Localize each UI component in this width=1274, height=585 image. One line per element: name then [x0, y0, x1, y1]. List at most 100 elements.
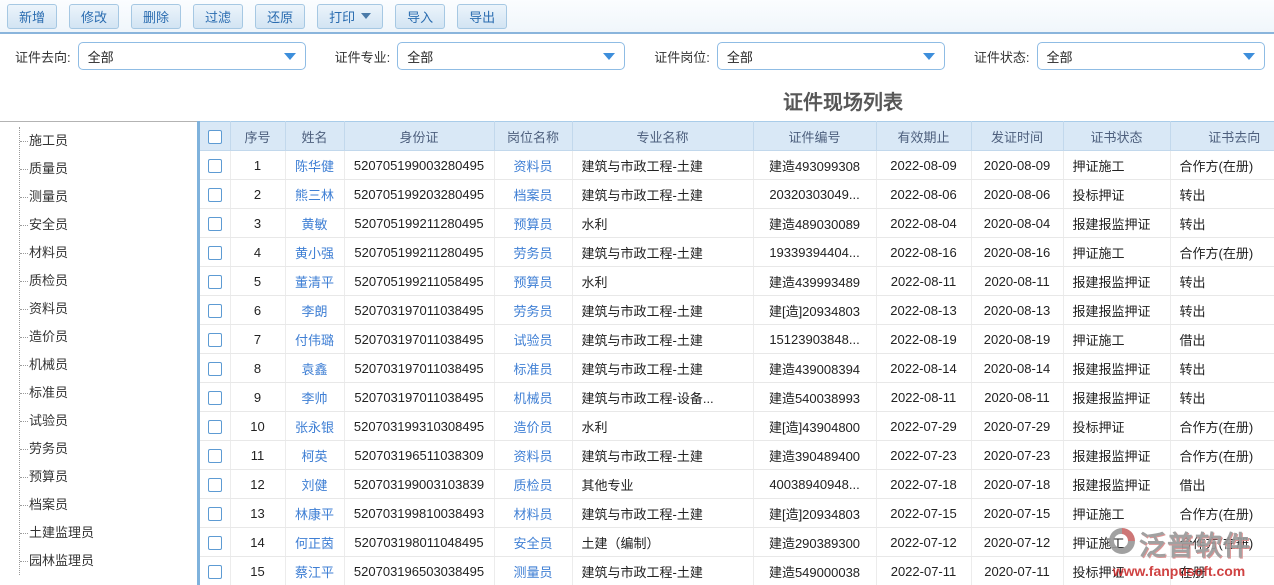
cell-position[interactable]: 档案员: [494, 180, 572, 209]
page-title: 证件现场列表: [783, 86, 903, 115]
cell-name[interactable]: 陈华健: [285, 151, 344, 180]
cert-specialty-filter[interactable]: 全部: [397, 42, 625, 70]
row-checkbox[interactable]: [208, 362, 222, 376]
sidebar-item-预算员[interactable]: 预算员: [20, 463, 197, 491]
cell-position[interactable]: 预算员: [494, 267, 572, 296]
cert-status-filter[interactable]: 全部: [1037, 42, 1265, 70]
print-button[interactable]: 打印: [317, 4, 383, 29]
sidebar-item-资料员[interactable]: 资料员: [20, 295, 197, 323]
cert-position-filter[interactable]: 全部: [717, 42, 945, 70]
cell-position[interactable]: 试验员: [494, 325, 572, 354]
edit-button[interactable]: 修改: [69, 4, 119, 29]
cell-name[interactable]: 黄敏: [285, 209, 344, 238]
cert-destination-filter-group: 证件去向:全部: [15, 42, 306, 70]
cell-name[interactable]: 林康平: [285, 499, 344, 528]
sidebar-item-安全员[interactable]: 安全员: [20, 211, 197, 239]
row-checkbox[interactable]: [208, 420, 222, 434]
cert-destination-filter[interactable]: 全部: [78, 42, 306, 70]
import-button[interactable]: 导入: [395, 4, 445, 29]
row-checkbox[interactable]: [208, 565, 222, 579]
row-checkbox[interactable]: [208, 159, 222, 173]
select-all-checkbox[interactable]: [208, 130, 222, 144]
cell-cert-status: 投标押证: [1063, 412, 1170, 441]
table-header-row: 序号姓名身份证岗位名称专业名称证件编号有效期止发证时间证书状态证书去向: [200, 122, 1274, 151]
cell-specialty: 土建（编制）: [572, 528, 753, 557]
row-checkbox[interactable]: [208, 391, 222, 405]
certificate-table: 序号姓名身份证岗位名称专业名称证件编号有效期止发证时间证书状态证书去向 1陈华健…: [200, 121, 1274, 585]
row-checkbox[interactable]: [208, 478, 222, 492]
cell-index: 5: [230, 267, 285, 296]
row-checkbox[interactable]: [208, 275, 222, 289]
cell-position[interactable]: 劳务员: [494, 296, 572, 325]
cell-cert-number: 建造549000038: [753, 557, 876, 585]
table-row: 3黄敏520705199211280495预算员水利建造489030089202…: [200, 209, 1274, 238]
cell-name[interactable]: 付伟璐: [285, 325, 344, 354]
row-checkbox[interactable]: [208, 333, 222, 347]
cell-name[interactable]: 张永银: [285, 412, 344, 441]
cell-issue-date: 2020-07-23: [971, 441, 1063, 470]
cell-position[interactable]: 劳务员: [494, 238, 572, 267]
new-button[interactable]: 新增: [7, 4, 57, 29]
cell-position[interactable]: 质检员: [494, 470, 572, 499]
cell-name[interactable]: 刘健: [285, 470, 344, 499]
cell-position[interactable]: 造价员: [494, 412, 572, 441]
cell-position[interactable]: 测量员: [494, 557, 572, 585]
cell-name[interactable]: 熊三林: [285, 180, 344, 209]
delete-button[interactable]: 删除: [131, 4, 181, 29]
cell-position[interactable]: 机械员: [494, 383, 572, 412]
sidebar-item-档案员[interactable]: 档案员: [20, 491, 197, 519]
cert-destination-filter-value: 全部: [88, 47, 114, 66]
cell-id-number: 520703199003103839: [344, 470, 494, 499]
cell-index: 2: [230, 180, 285, 209]
sidebar-item-土建监理员[interactable]: 土建监理员: [20, 519, 197, 547]
row-checkbox[interactable]: [208, 449, 222, 463]
cell-index: 12: [230, 470, 285, 499]
cell-position[interactable]: 资料员: [494, 151, 572, 180]
sidebar-item-施工员[interactable]: 施工员: [20, 127, 197, 155]
sidebar-item-园林监理员[interactable]: 园林监理员: [20, 547, 197, 575]
row-checkbox[interactable]: [208, 246, 222, 260]
cell-name[interactable]: 袁鑫: [285, 354, 344, 383]
sidebar-item-质量员[interactable]: 质量员: [20, 155, 197, 183]
cell-position[interactable]: 材料员: [494, 499, 572, 528]
cell-cert-number: 40038940948...: [753, 470, 876, 499]
cell-name[interactable]: 董清平: [285, 267, 344, 296]
row-checkbox[interactable]: [208, 536, 222, 550]
cell-issue-date: 2020-07-15: [971, 499, 1063, 528]
sidebar-item-测量员[interactable]: 测量员: [20, 183, 197, 211]
export-button[interactable]: 导出: [457, 4, 507, 29]
cell-position[interactable]: 预算员: [494, 209, 572, 238]
cell-name[interactable]: 蔡江平: [285, 557, 344, 585]
restore-button[interactable]: 还原: [255, 4, 305, 29]
sidebar-item-劳务员[interactable]: 劳务员: [20, 435, 197, 463]
cell-name[interactable]: 李朗: [285, 296, 344, 325]
cell-cert-number: 建造493099308: [753, 151, 876, 180]
sidebar-item-材料员[interactable]: 材料员: [20, 239, 197, 267]
table-row: 10张永银520703199310308495造价员水利建[造]43904800…: [200, 412, 1274, 441]
cell-cert-destination: 合作方(在册): [1170, 412, 1274, 441]
cell-specialty: 建筑与市政工程-土建: [572, 296, 753, 325]
sidebar-item-机械员[interactable]: 机械员: [20, 351, 197, 379]
dropdown-arrow-icon: [923, 53, 935, 60]
row-checkbox[interactable]: [208, 507, 222, 521]
cell-name[interactable]: 何正茵: [285, 528, 344, 557]
row-checkbox[interactable]: [208, 217, 222, 231]
cell-position[interactable]: 安全员: [494, 528, 572, 557]
row-checkbox-cell: [200, 499, 230, 528]
cell-cert-status: 报建报监押证: [1063, 470, 1170, 499]
cell-position[interactable]: 标准员: [494, 354, 572, 383]
cell-position[interactable]: 资料员: [494, 441, 572, 470]
cell-name[interactable]: 黄小强: [285, 238, 344, 267]
sidebar-item-质检员[interactable]: 质检员: [20, 267, 197, 295]
cell-name[interactable]: 李帅: [285, 383, 344, 412]
cell-name[interactable]: 柯英: [285, 441, 344, 470]
cell-index: 8: [230, 354, 285, 383]
row-checkbox[interactable]: [208, 304, 222, 318]
cell-id-number: 520705199203280495: [344, 180, 494, 209]
row-checkbox-cell: [200, 325, 230, 354]
sidebar-item-试验员[interactable]: 试验员: [20, 407, 197, 435]
sidebar-item-标准员[interactable]: 标准员: [20, 379, 197, 407]
sidebar-item-造价员[interactable]: 造价员: [20, 323, 197, 351]
row-checkbox[interactable]: [208, 188, 222, 202]
filter-button[interactable]: 过滤: [193, 4, 243, 29]
